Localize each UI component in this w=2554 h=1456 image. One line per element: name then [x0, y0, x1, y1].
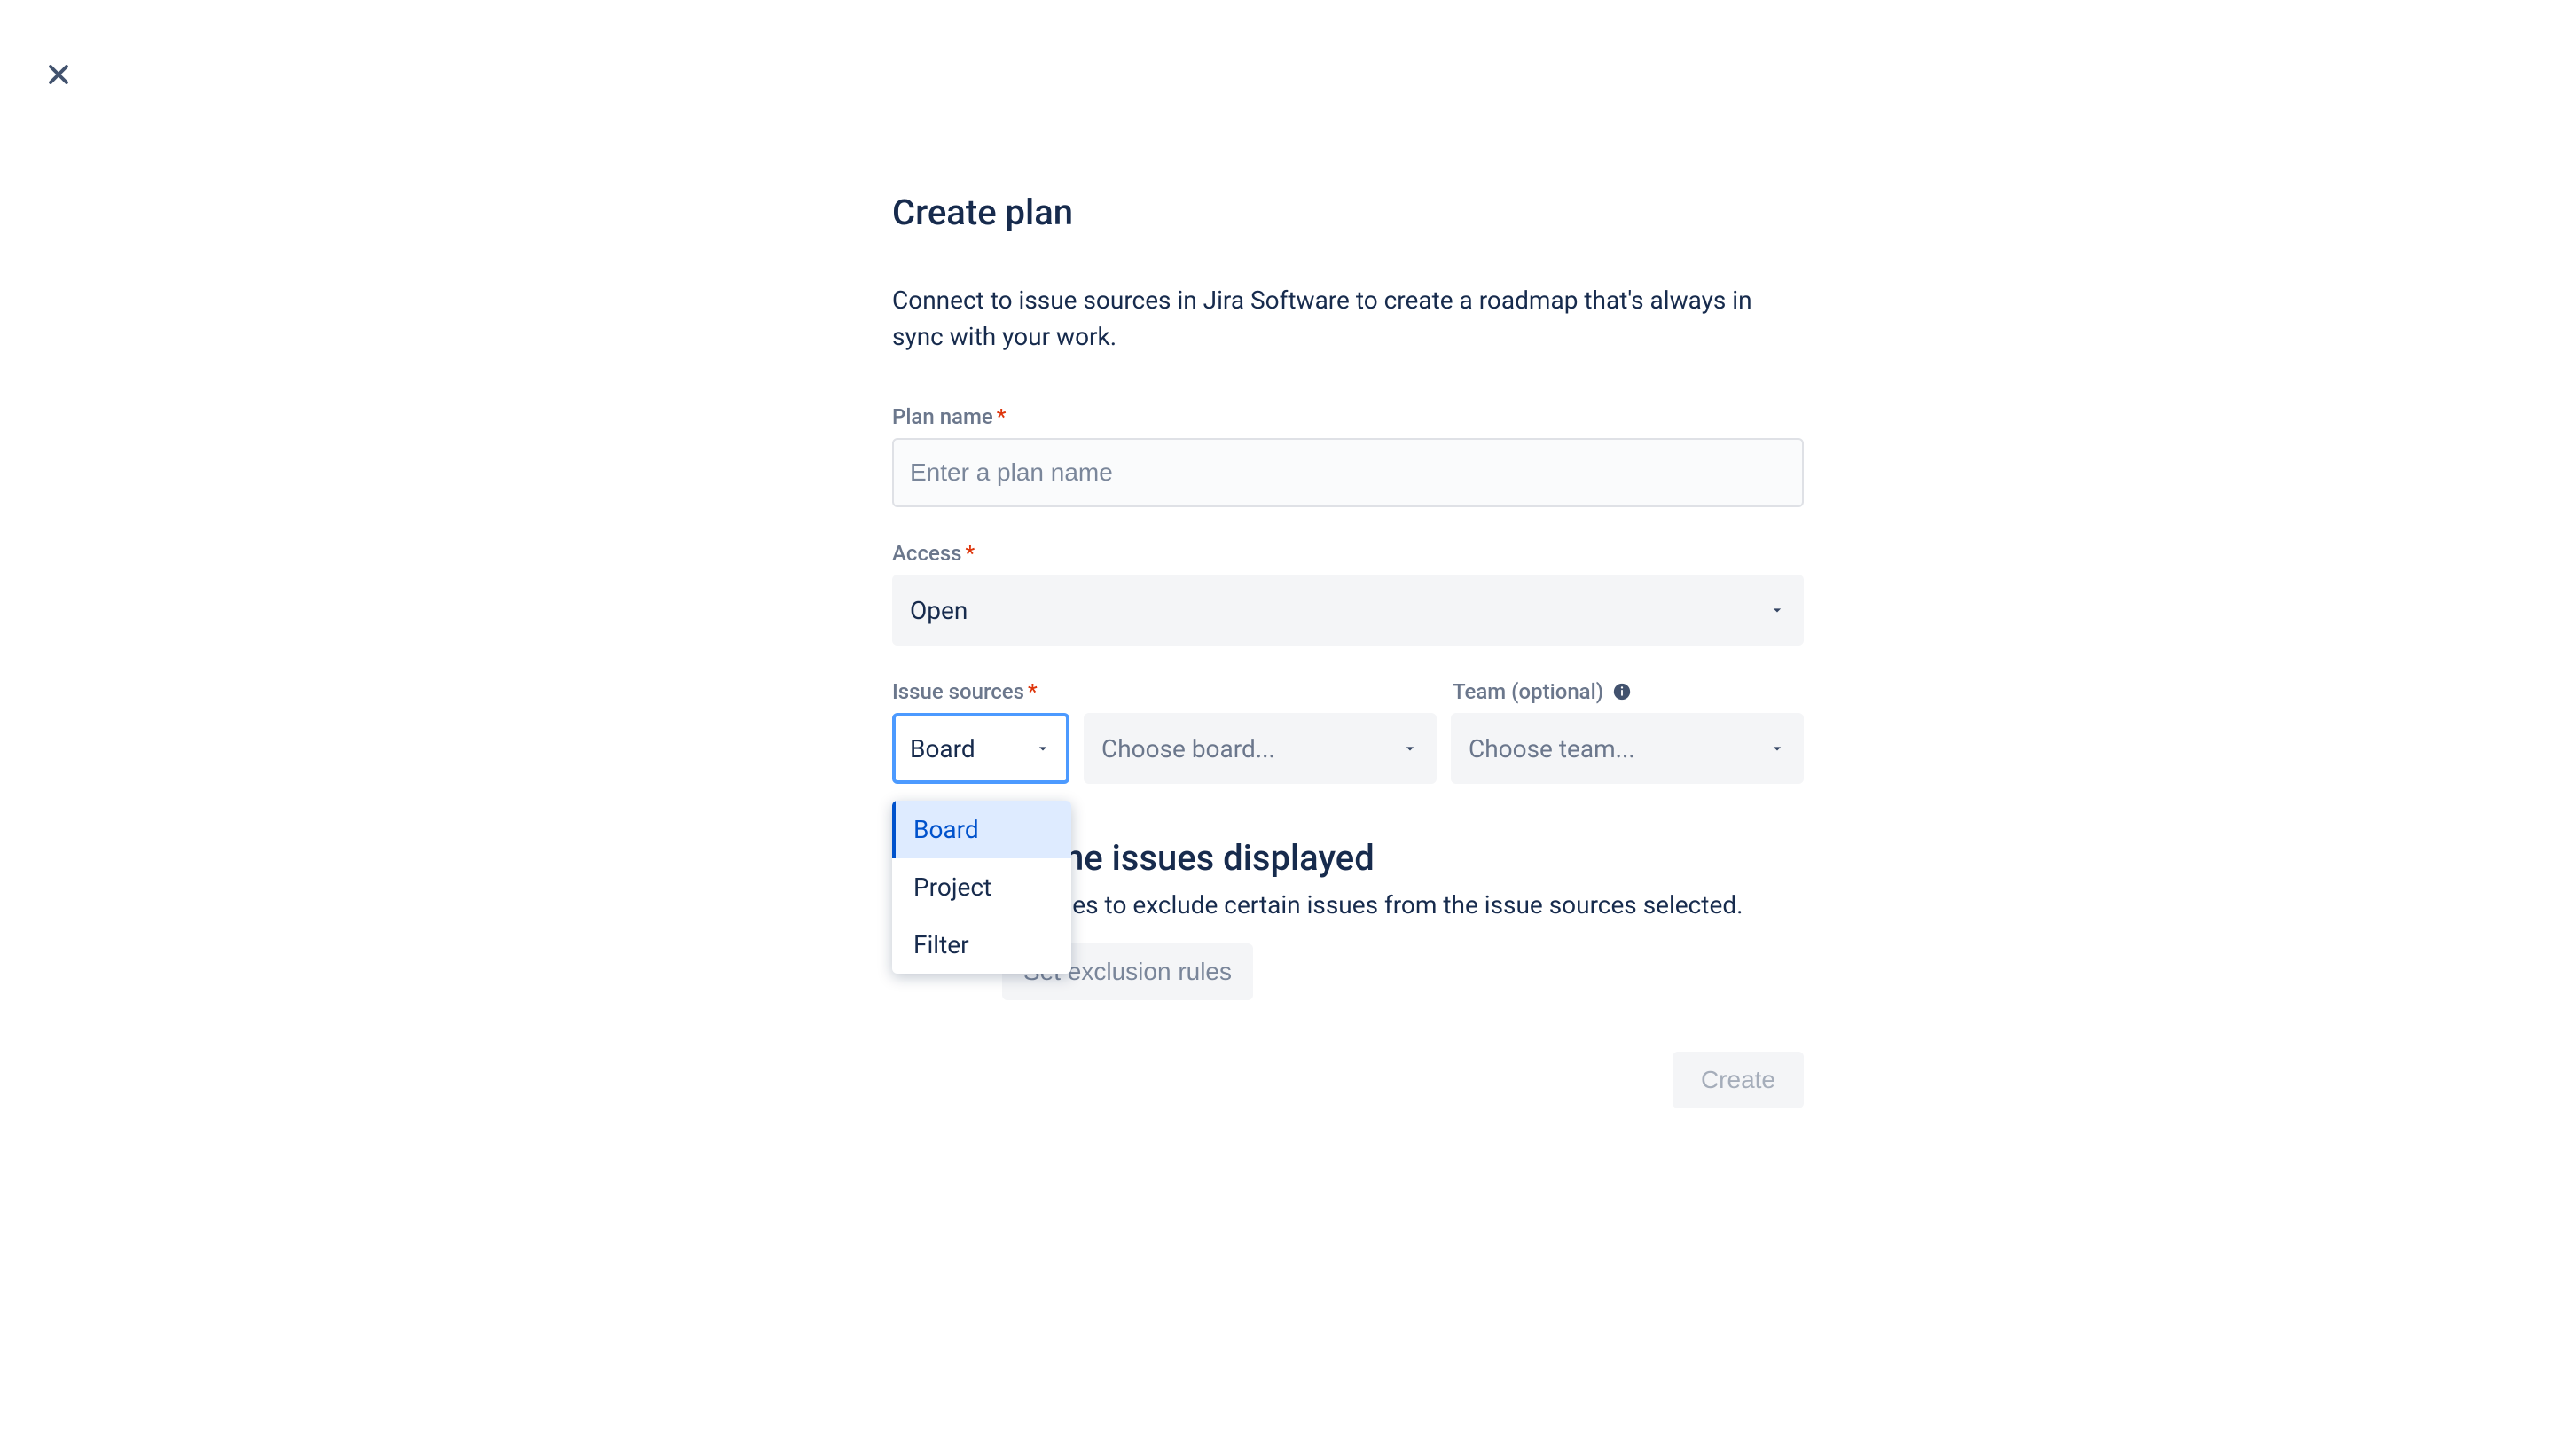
close-button[interactable] [37, 53, 80, 96]
issue-source-value-placeholder: Choose board... [1101, 734, 1275, 763]
page-description: Connect to issue sources in Jira Softwar… [892, 283, 1804, 355]
chevron-down-icon [1034, 740, 1052, 757]
required-marker: * [997, 404, 1007, 429]
refine-description: Set rules to exclude certain issues from… [1002, 888, 1804, 922]
plan-name-input[interactable] [892, 438, 1804, 507]
refine-title: Refine issues displayed [1002, 837, 1804, 879]
issue-source-type-value: Board [910, 734, 975, 763]
dropdown-option-filter[interactable]: Filter [892, 916, 1071, 974]
team-select[interactable]: Choose team... [1451, 713, 1804, 784]
refine-content: Refine issues displayed Set rules to exc… [1002, 837, 1804, 1000]
issue-sources-label: Issue sources * [892, 679, 1438, 704]
issue-sources-row: Board Choose board... Choose team... Boa… [892, 713, 1804, 784]
required-marker: * [1028, 679, 1038, 704]
plan-name-label-text: Plan name [892, 404, 993, 429]
issue-source-type-select[interactable]: Board [892, 713, 1069, 784]
access-label-text: Access [892, 541, 962, 566]
form-footer: Create [892, 1052, 1804, 1108]
team-label-text: Team (optional) [1453, 679, 1603, 704]
access-label: Access * [892, 541, 1804, 566]
issue-source-value-select[interactable]: Choose board... [1084, 713, 1437, 784]
team-placeholder: Choose team... [1469, 734, 1635, 763]
issue-source-type-dropdown: Board Project Filter [892, 801, 1071, 974]
plan-name-group: Plan name * [892, 404, 1804, 507]
close-icon [43, 59, 74, 90]
dropdown-option-project[interactable]: Project [892, 858, 1071, 916]
chevron-down-icon [1768, 601, 1786, 619]
issue-sources-labels-row: Issue sources * Team (optional) [892, 679, 1804, 713]
create-plan-form: Create plan Connect to issue sources in … [892, 192, 1804, 1108]
issue-sources-label-text: Issue sources [892, 679, 1024, 704]
chevron-down-icon [1768, 740, 1786, 757]
issue-sources-group: Issue sources * Team (optional) Board [892, 679, 1804, 784]
required-marker: * [966, 541, 975, 566]
create-button[interactable]: Create [1673, 1052, 1804, 1108]
info-icon [1612, 682, 1632, 701]
access-value: Open [910, 596, 968, 625]
dropdown-option-board[interactable]: Board [892, 801, 1071, 858]
plan-name-label: Plan name * [892, 404, 1804, 429]
team-label: Team (optional) [1453, 679, 1804, 704]
page-title: Create plan [892, 192, 1804, 233]
access-group: Access * Open [892, 541, 1804, 646]
access-select[interactable]: Open [892, 575, 1804, 646]
chevron-down-icon [1401, 740, 1419, 757]
